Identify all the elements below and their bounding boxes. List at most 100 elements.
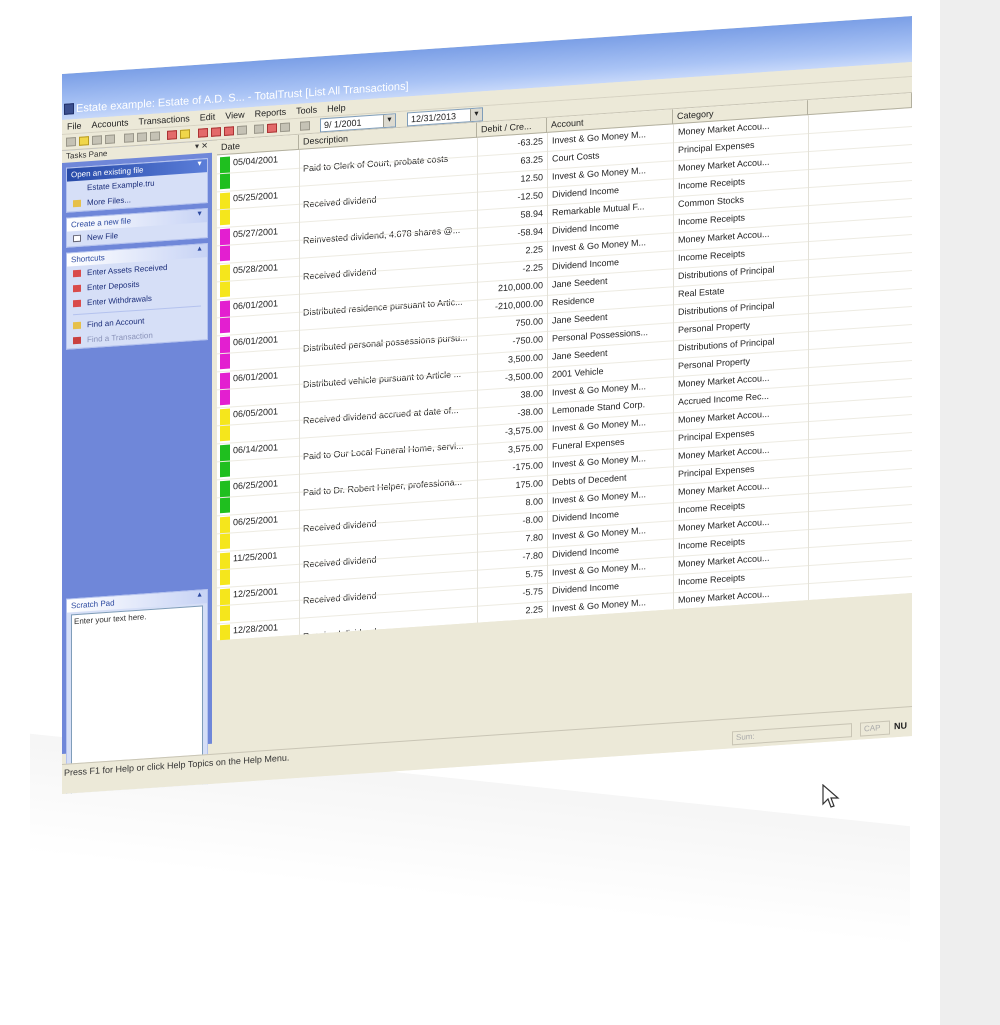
transaction-amount[interactable]: -3,500.00 <box>479 370 543 384</box>
scratch-pad-header-label: Scratch Pad <box>71 598 115 611</box>
transaction-amount[interactable]: -3,575.00 <box>479 424 543 438</box>
transaction-date[interactable]: 12/28/2001 <box>233 621 297 635</box>
paste-icon[interactable] <box>150 131 160 142</box>
transaction-amount[interactable]: 38.00 <box>479 388 543 402</box>
page-gutter <box>940 0 1000 1025</box>
transaction-date[interactable]: 06/25/2001 <box>233 513 297 527</box>
report-icon[interactable] <box>267 123 277 134</box>
transaction-date[interactable]: 05/27/2001 <box>233 225 297 239</box>
transaction-amount[interactable]: -8.00 <box>479 514 543 528</box>
close-icon[interactable]: ▾ ✕ <box>195 141 208 151</box>
chevron-up-icon[interactable]: ▲ <box>196 591 203 598</box>
menu-tools[interactable]: Tools <box>291 102 322 118</box>
transaction-amount[interactable]: -175.00 <box>479 460 543 474</box>
menu-reports[interactable]: Reports <box>250 104 292 121</box>
transaction-amount[interactable]: -7.80 <box>479 550 543 564</box>
column-divider <box>299 149 300 635</box>
transaction-amount[interactable]: 8.00 <box>479 496 543 510</box>
status-sum: Sum: <box>732 723 852 746</box>
shortcuts-group: Shortcuts ▲ Enter Assets Received Enter … <box>66 243 208 350</box>
status-num-lock: NU <box>894 720 907 732</box>
chevron-down-icon[interactable]: ▼ <box>196 210 203 217</box>
transaction-amount[interactable]: -210,000.00 <box>479 298 543 312</box>
transaction-amount[interactable]: 5.75 <box>479 568 543 582</box>
transaction-date[interactable]: 05/04/2001 <box>233 153 297 167</box>
search-icon <box>73 336 81 345</box>
chevron-up-icon[interactable]: ▲ <box>196 245 203 252</box>
transaction-date[interactable]: 12/25/2001 <box>233 585 297 599</box>
transaction-amount[interactable]: -38.00 <box>479 406 543 420</box>
transaction-date[interactable]: 06/05/2001 <box>233 405 297 419</box>
new-file-icon[interactable] <box>66 137 76 147</box>
cut-icon[interactable] <box>124 133 134 143</box>
menu-edit[interactable]: Edit <box>195 109 221 125</box>
transaction-amount[interactable]: -58.94 <box>479 226 543 240</box>
transaction-amount[interactable]: 210,000.00 <box>479 280 543 294</box>
open-existing-group: Open an existing file ▼ Estate Example.t… <box>66 158 208 213</box>
transaction-amount[interactable]: 63.25 <box>479 154 543 168</box>
recent-file-label: Estate Example.tru <box>87 178 155 193</box>
screenshot-stage: Estate example: Estate of A.D. S... - To… <box>0 0 1000 1025</box>
transaction-amount[interactable]: 2.25 <box>479 244 543 258</box>
transaction-date[interactable]: 06/14/2001 <box>233 441 297 455</box>
open-folder-icon[interactable] <box>79 136 89 146</box>
transaction-amount[interactable]: -5.75 <box>479 586 543 600</box>
transaction-amount[interactable]: -12.50 <box>479 190 543 204</box>
transaction-amount[interactable]: -750.00 <box>479 334 543 348</box>
more-files-label: More Files... <box>87 195 132 208</box>
tasks-pane-title: Tasks Pane <box>66 148 108 161</box>
deposits-icon <box>73 284 81 293</box>
deposit-icon[interactable] <box>198 128 208 138</box>
enter-assets-icon[interactable] <box>167 130 177 140</box>
transaction-date[interactable]: 05/28/2001 <box>233 261 297 275</box>
transaction-amount[interactable]: -2.25 <box>479 262 543 276</box>
shortcuts-header-label: Shortcuts <box>71 253 105 265</box>
sort-icon[interactable] <box>254 124 264 134</box>
menu-help[interactable]: Help <box>322 100 351 116</box>
find-account-label: Find an Account <box>87 316 145 330</box>
transaction-amount[interactable]: -63.25 <box>479 136 543 150</box>
menu-view[interactable]: View <box>220 107 249 123</box>
create-new-group: Create a new file ▼ New File <box>66 208 208 248</box>
start-date-value: 9/ 1/2001 <box>324 117 362 131</box>
funnel-icon[interactable] <box>280 122 290 133</box>
transfer-icon[interactable] <box>224 126 234 136</box>
new-file-label: New File <box>87 231 119 243</box>
transaction-date[interactable]: 06/01/2001 <box>233 297 297 311</box>
help-pointer-icon[interactable] <box>300 121 310 131</box>
transaction-amount[interactable]: 3,575.00 <box>479 442 543 456</box>
mouse-pointer-icon <box>822 784 840 808</box>
find-account-icon[interactable] <box>180 129 190 139</box>
transaction-amount[interactable]: 12.50 <box>479 172 543 186</box>
app-icon <box>64 103 74 115</box>
transaction-date[interactable]: 06/01/2001 <box>233 333 297 347</box>
enter-withdrawals-label: Enter Withdrawals <box>87 293 152 308</box>
chevron-down-icon[interactable]: ▼ <box>470 108 482 122</box>
transaction-amount[interactable]: 175.00 <box>479 478 543 492</box>
filter-icon[interactable] <box>237 125 247 136</box>
transaction-date[interactable]: 06/25/2001 <box>233 477 297 491</box>
withdrawals-icon <box>73 299 81 308</box>
transaction-amount[interactable]: 2.25 <box>479 604 543 618</box>
assets-icon <box>73 269 81 278</box>
status-caps-lock: CAP <box>860 720 890 737</box>
transaction-amount[interactable]: 7.80 <box>479 532 543 546</box>
menu-file[interactable]: File <box>62 118 87 134</box>
transaction-date[interactable]: 05/25/2001 <box>233 189 297 203</box>
transaction-amount[interactable]: 750.00 <box>479 316 543 330</box>
binoculars-icon <box>73 321 81 330</box>
withdrawal-icon[interactable] <box>211 127 221 137</box>
transaction-date[interactable]: 11/25/2001 <box>233 549 297 563</box>
transaction-amount[interactable]: 58.94 <box>479 208 543 222</box>
new-file-icon <box>73 234 81 243</box>
print-icon[interactable] <box>105 134 115 145</box>
transaction-date[interactable]: 06/01/2001 <box>233 369 297 383</box>
transactions-grid[interactable]: Date Description Debit / Cre... Account … <box>217 93 912 661</box>
transaction-amount[interactable]: 3,500.00 <box>479 352 543 366</box>
tasks-pane: Tasks Pane ▾ ✕ Open an existing file ▼ E… <box>62 140 212 795</box>
folder-icon <box>73 199 81 208</box>
save-icon[interactable] <box>92 135 102 145</box>
chevron-down-icon[interactable]: ▼ <box>383 114 395 128</box>
chevron-down-icon[interactable]: ▼ <box>196 160 203 167</box>
copy-icon[interactable] <box>137 132 147 142</box>
